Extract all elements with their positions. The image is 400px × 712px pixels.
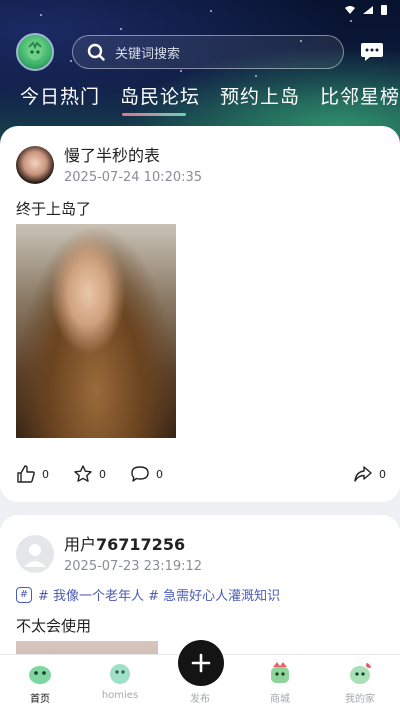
favorite-count: 0 — [99, 467, 106, 481]
publish-button[interactable] — [178, 640, 224, 686]
post-author-name[interactable]: 慢了半秒的表 — [64, 146, 202, 166]
post-time: 2025-07-23 23:19:12 — [64, 559, 203, 574]
nav-home-label: 首页 — [30, 694, 50, 705]
nav-homies-label: homies — [101, 690, 139, 701]
post-header: 慢了半秒的表 2025-07-24 10:20:35 — [16, 146, 202, 185]
profile-icon — [350, 662, 372, 684]
tab-ranking[interactable]: 比邻星榜 — [320, 82, 400, 109]
message-icon[interactable] — [360, 41, 384, 63]
comment-button[interactable]: 0 — [130, 464, 163, 484]
homies-icon — [110, 664, 130, 684]
status-bar — [344, 4, 388, 16]
nav-profile-label: 我的家 — [345, 694, 375, 705]
tab-booking[interactable]: 预约上岛 — [220, 82, 300, 109]
plus-icon — [191, 653, 211, 673]
nav-shop[interactable]: 商城 — [240, 655, 320, 712]
like-count: 0 — [42, 467, 49, 481]
share-button[interactable]: 0 — [353, 464, 386, 484]
wifi-icon — [345, 6, 355, 14]
shop-icon — [271, 662, 289, 683]
thumbs-up-icon — [17, 465, 35, 483]
topic-tags[interactable]: # # 我像一个老年人 # 急需好心人灌溉知识 — [16, 585, 280, 604]
user-avatar[interactable] — [16, 33, 54, 71]
post-time: 2025-07-24 10:20:35 — [64, 170, 203, 185]
share-icon — [354, 466, 372, 482]
top-bar: 关键词搜索 — [16, 33, 386, 71]
home-icon — [29, 666, 51, 684]
user-placeholder-icon — [24, 544, 46, 567]
nav-shop-label: 商城 — [270, 694, 290, 705]
tab-forum[interactable]: 岛民论坛 — [120, 82, 200, 116]
post-text: 终于上岛了 — [16, 200, 92, 218]
author-number: 76717256 — [96, 535, 186, 554]
tab-hot-today[interactable]: 今日热门 — [20, 82, 100, 109]
like-button[interactable]: 0 — [16, 464, 49, 484]
topic-icon: # — [16, 586, 32, 603]
post-author-avatar[interactable] — [16, 146, 54, 184]
share-count: 0 — [379, 467, 386, 481]
search-input[interactable]: 关键词搜索 — [72, 35, 344, 69]
post-header: 用户76717256 2025-07-23 23:19:12 — [16, 535, 202, 574]
search-icon — [87, 43, 105, 61]
nav-home[interactable]: 首页 — [0, 655, 80, 712]
nav-homies[interactable]: homies — [80, 655, 160, 712]
category-tabs: 今日热门 岛民论坛 预约上岛 比邻星榜 — [20, 82, 400, 116]
default-avatar[interactable] — [16, 535, 54, 573]
post-actions: 0 0 0 0 — [16, 464, 386, 484]
mascot-icon — [28, 41, 42, 60]
star-icon — [74, 465, 92, 482]
post-author-name[interactable]: 用户76717256 — [64, 535, 202, 555]
nav-publish-label: 发布 — [190, 694, 210, 705]
post-image[interactable] — [16, 224, 176, 438]
topic-text: # 我像一个老年人 # 急需好心人灌溉知识 — [38, 589, 281, 604]
post-card[interactable]: 慢了半秒的表 2025-07-24 10:20:35 终于上岛了 0 0 0 0 — [0, 126, 400, 502]
favorite-button[interactable]: 0 — [73, 464, 106, 484]
comment-count: 0 — [156, 467, 163, 481]
battery-icon — [381, 5, 387, 15]
search-placeholder: 关键词搜索 — [115, 46, 181, 62]
author-prefix: 用户 — [64, 535, 97, 554]
post-text: 不太会使用 — [16, 617, 92, 635]
comment-icon — [131, 466, 149, 482]
nav-profile[interactable]: 我的家 — [320, 655, 400, 712]
signal-icon — [363, 6, 373, 14]
